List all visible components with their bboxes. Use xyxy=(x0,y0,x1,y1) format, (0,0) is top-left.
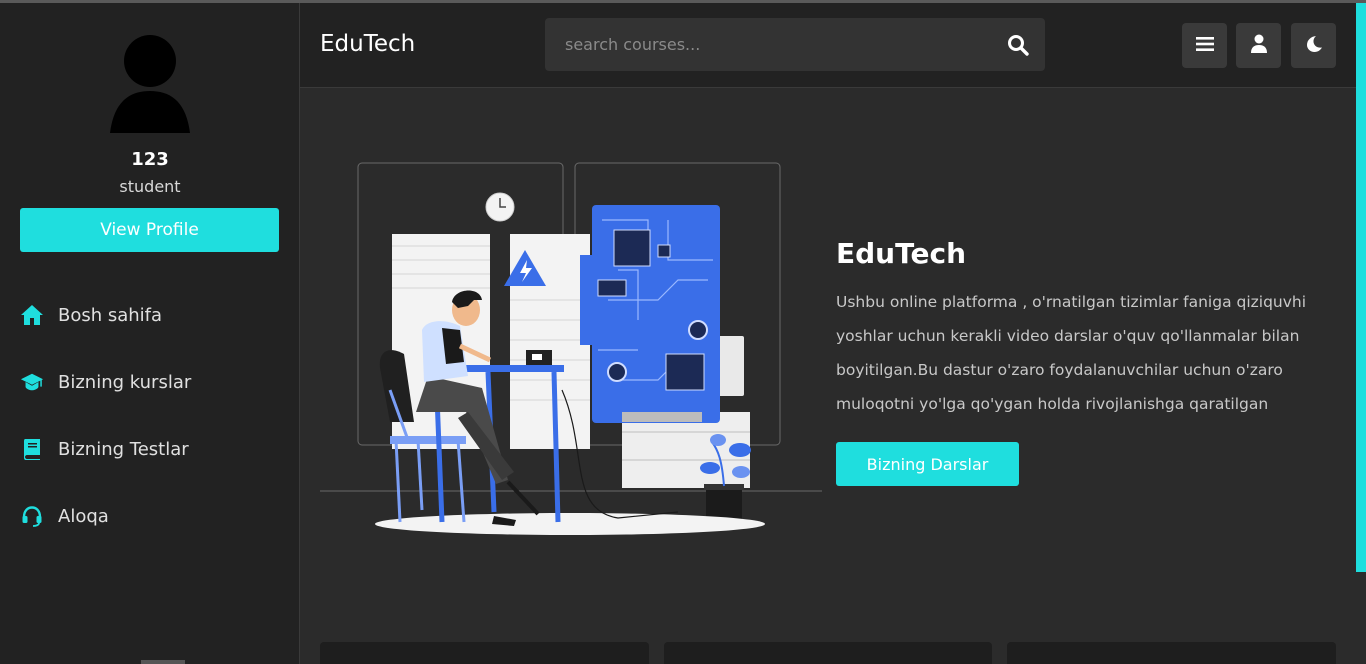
user-button[interactable] xyxy=(1236,23,1281,68)
moon-icon xyxy=(1305,35,1323,57)
hero-illustration xyxy=(318,150,826,540)
header: EduTech xyxy=(300,3,1356,88)
hero-title: EduTech xyxy=(836,237,967,270)
sidebar-item-aloqa[interactable]: Aloqa xyxy=(20,501,109,531)
course-card[interactable] xyxy=(320,642,649,664)
menu-icon xyxy=(1195,36,1214,56)
sidebar-scrollbar[interactable] xyxy=(141,660,185,664)
sidebar-item-label: Bosh sahifa xyxy=(58,304,163,326)
user-name: 123 xyxy=(131,149,169,170)
sidebar: 123 student View Profile Bosh sahifa Biz… xyxy=(0,3,300,664)
bizning-darslar-button[interactable]: Bizning Darslar xyxy=(836,442,1019,486)
search-input[interactable] xyxy=(545,18,995,71)
sidebar-item-label: Aloqa xyxy=(58,505,109,527)
view-profile-button[interactable]: View Profile xyxy=(20,208,279,252)
user-icon xyxy=(1250,34,1268,57)
search-icon[interactable] xyxy=(1005,32,1031,58)
avatar xyxy=(108,33,192,137)
hero-description: Ushbu online platforma , o'rnatilgan tiz… xyxy=(836,293,1307,413)
graduation-cap-icon xyxy=(20,370,44,394)
user-role: student xyxy=(119,177,181,196)
sidebar-item-label: Bizning Testlar xyxy=(58,438,189,460)
home-icon xyxy=(20,303,44,327)
sidebar-item-label: Bizning kurslar xyxy=(58,371,192,393)
brand-logo[interactable]: EduTech xyxy=(320,31,415,57)
theme-toggle-button[interactable] xyxy=(1291,23,1336,68)
menu-button[interactable] xyxy=(1182,23,1227,68)
sidebar-item-bizning-kurslar[interactable]: Bizning kurslar xyxy=(20,367,191,397)
course-card[interactable] xyxy=(1007,642,1336,664)
sidebar-item-bizning-testlar[interactable]: Bizning Testlar xyxy=(20,434,189,464)
search-bar xyxy=(545,18,1045,71)
course-card[interactable] xyxy=(664,642,992,664)
headset-icon xyxy=(20,504,44,528)
sidebar-item-bosh-sahifa[interactable]: Bosh sahifa xyxy=(20,300,162,330)
book-icon xyxy=(20,437,44,461)
page-scrollbar[interactable] xyxy=(1356,3,1366,572)
